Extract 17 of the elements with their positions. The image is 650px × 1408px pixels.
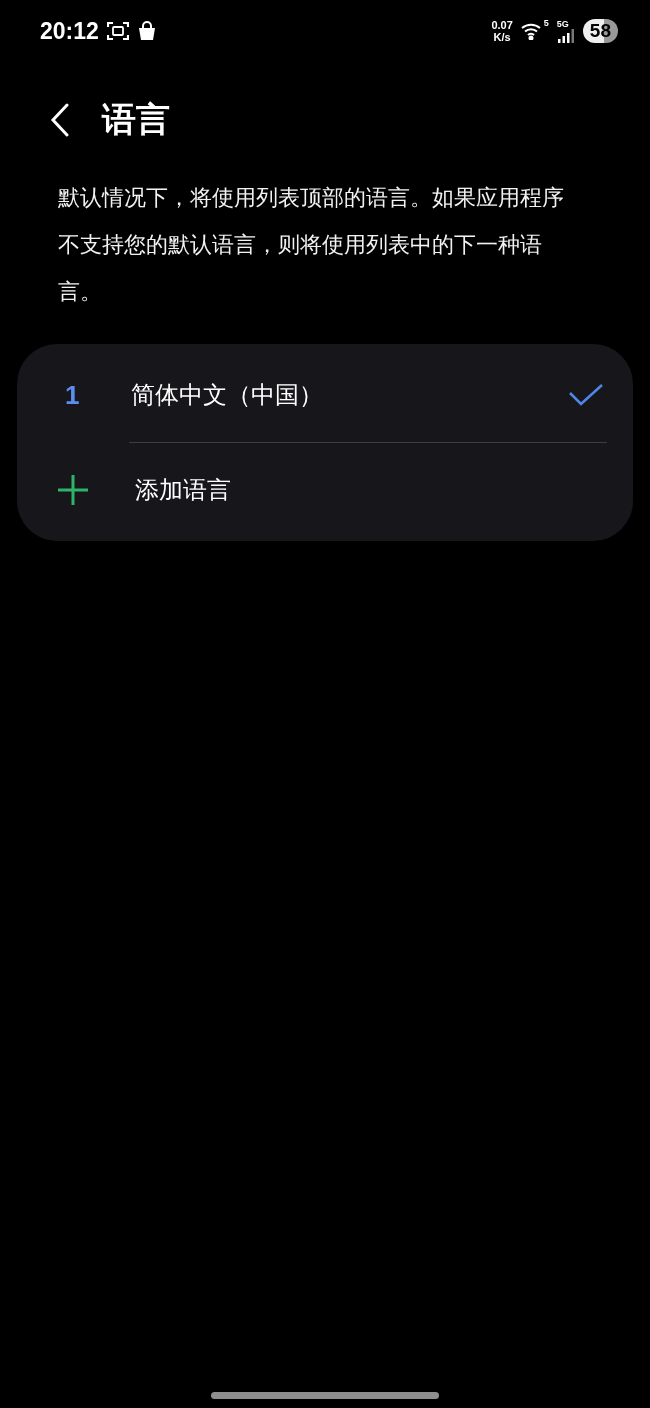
shopping-bag-icon	[136, 21, 157, 41]
battery-indicator: 58	[582, 19, 618, 43]
plus-icon	[57, 474, 89, 506]
network-speed: 0.07	[491, 19, 513, 31]
page-title: 语言	[102, 98, 170, 141]
network-speed-unit: K/s	[493, 31, 511, 43]
description-text: 默认情况下，将使用列表顶部的语言。如果应用程序不支持您的默认语言，则将使用列表中的下一种语言。	[58, 184, 565, 306]
wifi-icon	[520, 22, 543, 40]
clock: 20:12	[40, 17, 99, 45]
wifi-standard-label: 5	[543, 18, 549, 28]
add-language-item[interactable]: 添加语言	[17, 443, 633, 537]
signal-icon	[556, 29, 575, 43]
back-icon	[50, 103, 70, 137]
order-number: 1	[65, 379, 80, 411]
language-item[interactable]: 1 简体中文（中国）	[17, 348, 633, 442]
screenshot-icon	[106, 21, 129, 41]
network-type-label: 5G	[556, 19, 569, 29]
